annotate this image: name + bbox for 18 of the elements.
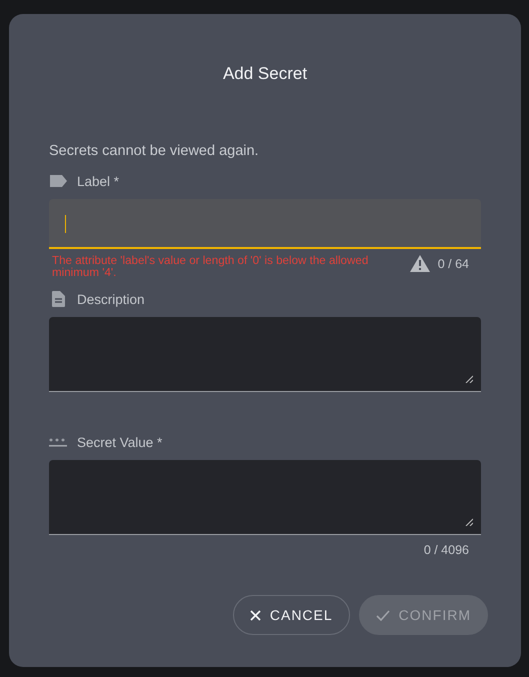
warning-icon xyxy=(410,255,430,272)
resize-handle-icon[interactable] xyxy=(465,375,473,383)
document-icon xyxy=(52,291,64,307)
field-label: Secret Value * xyxy=(77,434,162,450)
field-label: Description xyxy=(77,292,145,306)
notice-text: Secrets cannot be viewed again. xyxy=(49,143,260,159)
cancel-button[interactable]: CANCEL xyxy=(232,595,350,635)
resize-handle-icon[interactable] xyxy=(465,518,473,526)
field-label: Label * xyxy=(77,174,120,188)
error-message: The attribute 'label's value or length of '0' is below the allowed minimum '4'. xyxy=(52,255,370,278)
check-icon xyxy=(376,610,390,620)
dialog-title: Add Secret xyxy=(222,64,308,85)
close-icon xyxy=(250,610,261,620)
password-icon xyxy=(49,437,67,447)
character-counter: 0 / 64 xyxy=(438,257,469,271)
character-counter: 0 / 4096 xyxy=(424,543,469,557)
tag-icon xyxy=(49,175,67,187)
input-field[interactable] xyxy=(49,199,481,249)
